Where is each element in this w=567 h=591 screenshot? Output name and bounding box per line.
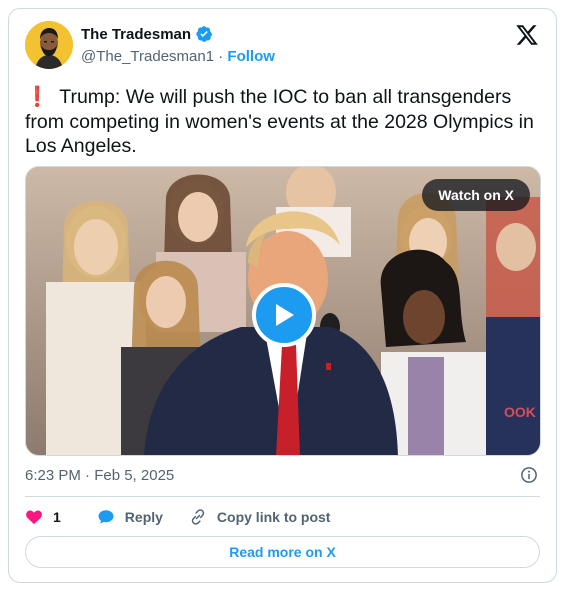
link-icon [191, 509, 205, 525]
avatar-image [25, 21, 73, 69]
reply-bubble-icon [98, 510, 114, 524]
reply-label: Reply [124, 509, 163, 525]
x-logo-icon[interactable] [514, 23, 540, 47]
svg-text:OOK: OOK [504, 404, 536, 420]
copy-link-label: Copy link to post [216, 509, 331, 525]
separator-dot: · [218, 48, 224, 65]
watch-on-x-button[interactable]: Watch on X [422, 179, 530, 211]
avatar[interactable] [25, 21, 73, 69]
exclamation-icon: ❗ [25, 86, 50, 108]
post-text: ❗ Trump: We will push the IOC to ban all … [25, 85, 545, 159]
copy-link-button[interactable]: Copy link to post [189, 508, 331, 526]
action-bar: 1 Reply Copy link to post [25, 507, 330, 527]
author-handle[interactable]: @The_Tradesman1 [81, 48, 214, 65]
author-handle-row: @The_Tradesman1 · Follow [81, 48, 275, 65]
read-more-button[interactable]: Read more on X [25, 536, 540, 568]
video-thumbnail[interactable]: OOK Watch on X [25, 166, 541, 456]
play-button[interactable] [252, 283, 316, 347]
divider [25, 496, 540, 497]
reply-button[interactable]: Reply [97, 508, 163, 526]
follow-button[interactable]: Follow [227, 48, 275, 65]
like-count: 1 [53, 509, 61, 525]
like-button[interactable]: 1 [25, 508, 61, 526]
info-icon[interactable] [520, 466, 538, 484]
post-timestamp[interactable]: 6:23 PM · Feb 5, 2025 [25, 467, 174, 484]
author-name-row[interactable]: The Tradesman [81, 25, 213, 43]
verified-badge-icon [196, 26, 213, 42]
heart-icon [26, 510, 42, 525]
embedded-post-card: The Tradesman @The_Tradesman1 · Follow ❗… [8, 8, 557, 583]
author-display-name[interactable]: The Tradesman [81, 26, 191, 43]
play-icon [276, 304, 294, 326]
post-body: Trump: We will push the IOC to ban all t… [25, 86, 534, 157]
